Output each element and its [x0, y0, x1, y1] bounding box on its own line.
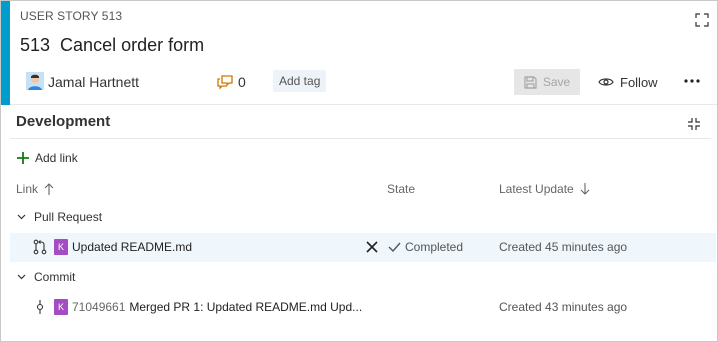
more-actions-button[interactable] — [682, 71, 702, 91]
comment-icon[interactable] — [216, 73, 234, 91]
list-item[interactable]: K 71049661 Merged PR 1: Updated README.md… — [10, 293, 716, 322]
assignee-name[interactable]: Jamal Hartnett — [48, 74, 139, 90]
chevron-down-icon — [17, 274, 26, 280]
avatar[interactable] — [26, 72, 44, 90]
header-divider — [10, 104, 717, 105]
group-toggle-pull-request[interactable]: Pull Request — [17, 210, 102, 224]
checkmark-icon — [388, 242, 401, 252]
state-label: Completed — [405, 240, 464, 254]
column-header-latest-update[interactable]: Latest Update — [499, 182, 590, 196]
work-item-type-accent-bar — [1, 1, 10, 105]
work-item-header: USER STORY 513 513 Cancel order form Jama… — [10, 1, 717, 105]
column-header-link-label: Link — [16, 182, 39, 196]
column-header-state-label: State — [387, 182, 416, 196]
plus-icon — [17, 152, 29, 164]
commit-id: 71049661 — [72, 300, 126, 314]
column-header-latest-update-label: Latest Update — [499, 182, 574, 196]
work-item-title[interactable]: Cancel order form — [60, 35, 204, 55]
sort-descending-icon — [580, 183, 590, 195]
expand-icon — [695, 13, 709, 27]
add-link-button[interactable]: Add link — [17, 151, 78, 165]
follow-button[interactable]: Follow — [598, 72, 658, 92]
development-section-title: Development — [16, 113, 111, 130]
section-divider — [10, 138, 711, 139]
save-button[interactable]: Save — [514, 69, 580, 95]
column-header-state[interactable]: State — [387, 182, 415, 196]
work-item-type-label: USER STORY 513 — [20, 9, 123, 23]
pull-request-link[interactable]: Updated README.md — [72, 240, 192, 254]
add-link-label: Add link — [35, 151, 78, 165]
page-title[interactable]: 513 Cancel order form — [20, 35, 204, 56]
save-button-label: Save — [542, 75, 571, 89]
comment-count: 0 — [238, 74, 246, 90]
save-icon — [524, 75, 537, 89]
commit-link[interactable]: 71049661 Merged PR 1: Updated README.md U… — [72, 300, 362, 314]
collapse-section-button[interactable] — [683, 113, 705, 135]
eye-icon — [598, 78, 614, 86]
state-cell: Completed — [388, 240, 463, 254]
add-tag-button[interactable]: Add tag — [273, 70, 327, 92]
work-item-form: USER STORY 513 513 Cancel order form Jama… — [0, 0, 718, 342]
latest-update-text: Created 43 minutes ago — [499, 300, 628, 314]
group-label-commit: Commit — [34, 270, 76, 284]
group-label-pull-request: Pull Request — [34, 210, 103, 224]
repository-badge: K — [54, 299, 68, 315]
remove-link-icon[interactable] — [364, 239, 380, 255]
group-toggle-commit[interactable]: Commit — [17, 270, 75, 284]
latest-update-text: Created 45 minutes ago — [499, 240, 628, 254]
work-item-meta-bar: Jamal Hartnett 0 Add tag Save Follow — [10, 67, 717, 97]
list-item[interactable]: K Updated README.md Completed Created 45… — [10, 233, 716, 262]
fullscreen-button[interactable] — [691, 9, 713, 31]
pull-request-icon — [33, 239, 47, 255]
commit-message: Merged PR 1: Updated README.md Upd... — [129, 300, 363, 314]
work-item-id: 513 — [20, 35, 51, 55]
repository-badge: K — [54, 239, 68, 255]
collapse-icon — [688, 118, 700, 130]
follow-button-label: Follow — [620, 74, 658, 90]
column-header-link[interactable]: Link — [16, 182, 54, 196]
sort-ascending-icon — [44, 183, 54, 195]
commit-icon — [36, 300, 44, 314]
chevron-down-icon — [17, 214, 26, 220]
more-icon — [684, 79, 700, 83]
